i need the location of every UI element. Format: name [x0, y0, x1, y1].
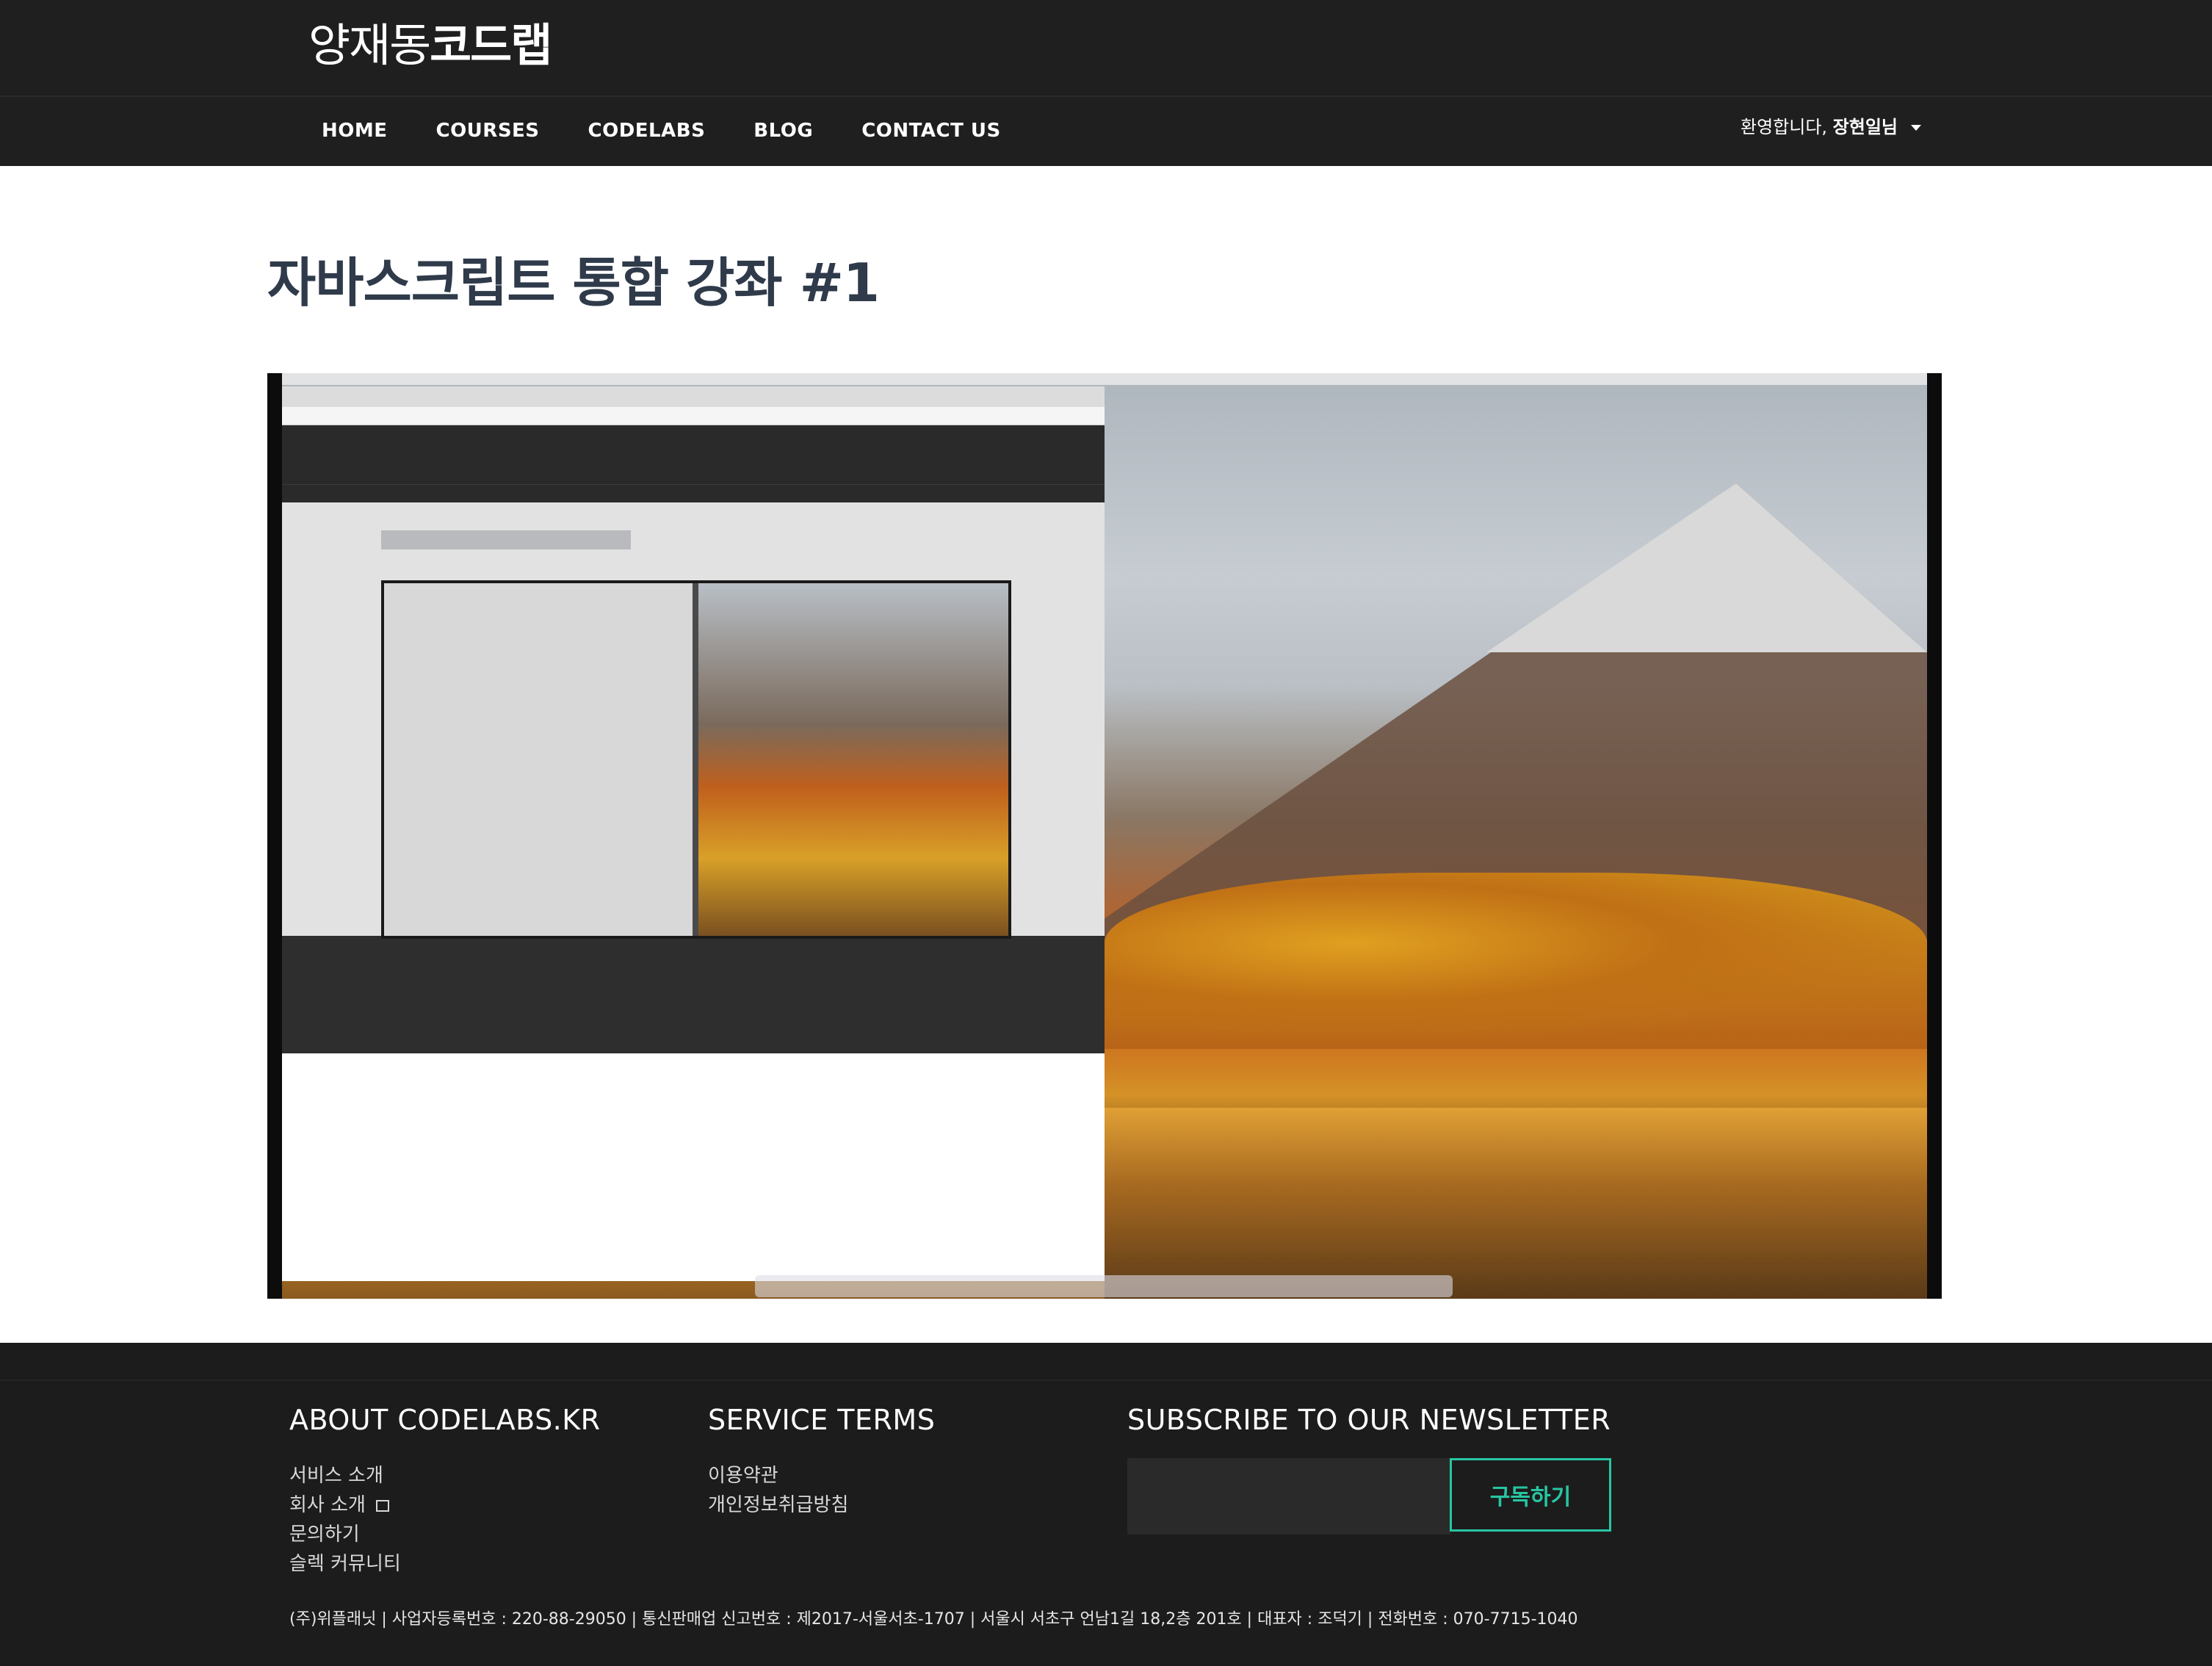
- footer-link-privacy[interactable]: 개인정보취급방침: [708, 1490, 935, 1520]
- welcome-text: 환영합니다,: [1741, 117, 1833, 137]
- nested-site-footer: [282, 936, 1105, 1053]
- nav-blog[interactable]: BLOG: [729, 110, 837, 151]
- foliage-shape: [1105, 873, 1927, 1049]
- mountain-snow-shape: [1486, 483, 1927, 652]
- nested-inner-screenshot: [381, 580, 1011, 939]
- footer-link-service-intro[interactable]: 서비스 소개: [289, 1461, 601, 1490]
- company-info: (주)위플래닛 | 사업자등록번호 : 220-88-29050 | 통신판매업…: [289, 1610, 1578, 1629]
- logo-text-light: 양재동: [308, 18, 431, 72]
- nested-address-bar: [282, 407, 1105, 425]
- footer-about-heading: ABOUT CODELABS.KR: [289, 1404, 601, 1436]
- site-header: 양재동코드랩 HOME COURSES CODELABS BLOG CONTAC…: [0, 0, 2212, 166]
- nested-site-body: [282, 502, 1105, 939]
- user-name: 장현일님: [1832, 117, 1898, 137]
- main-nav: HOME COURSES CODELABS BLOG CONTACT US: [297, 110, 1025, 151]
- caret-down-icon: [1911, 125, 1921, 131]
- footer-link-contact[interactable]: 문의하기: [289, 1520, 601, 1549]
- footer-newsletter-column: SUBSCRIBE TO OUR NEWSLETTER: [1127, 1399, 1611, 1461]
- subscribe-button[interactable]: 구독하기: [1450, 1458, 1611, 1532]
- footer-link-terms[interactable]: 이용약관: [708, 1461, 935, 1490]
- mac-menubar: [267, 373, 1942, 385]
- external-link-icon: [375, 1499, 389, 1512]
- site-logo[interactable]: 양재동코드랩: [308, 16, 552, 75]
- lake-shape: [1105, 1108, 1942, 1299]
- user-menu[interactable]: 환영합니다, 장현일님: [1741, 110, 1921, 144]
- nested-tab-strip: [282, 386, 1105, 407]
- nested-inner-browser: [384, 583, 693, 936]
- footer-about-column: ABOUT CODELABS.KR 서비스 소개 회사 소개 문의하기 슬렉 커…: [289, 1399, 601, 1579]
- header-divider: [0, 95, 2212, 97]
- nested-inner-wallpaper: [698, 583, 1008, 936]
- newsletter-email-input[interactable]: [1127, 1458, 1450, 1535]
- mac-dock: [755, 1275, 1453, 1297]
- footer-divider: [0, 1380, 2212, 1381]
- image-right-edge: [1927, 373, 1942, 1299]
- logo-text-bold: 코드랩: [430, 18, 552, 72]
- footer-link-company-intro-label: 회사 소개: [289, 1494, 366, 1516]
- nested-title-bar: [381, 530, 631, 549]
- nav-home[interactable]: HOME: [297, 110, 412, 151]
- nested-browser-window: [282, 386, 1105, 1281]
- nav-courses[interactable]: COURSES: [412, 110, 564, 151]
- nav-codelabs[interactable]: CODELABS: [564, 110, 730, 151]
- nested-blank-area: [282, 1053, 1105, 1281]
- page-title: 자바스크립트 통합 강좌 #1: [267, 252, 880, 314]
- footer-terms-heading: SERVICE TERMS: [708, 1404, 936, 1436]
- nav-contact-us[interactable]: CONTACT US: [837, 110, 1025, 151]
- footer-link-slack-community[interactable]: 슬렉 커뮤니티: [289, 1549, 601, 1579]
- nested-site-header: [282, 425, 1105, 484]
- footer-terms-column: SERVICE TERMS 이용약관 개인정보취급방침: [708, 1399, 935, 1520]
- footer-newsletter-heading: SUBSCRIBE TO OUR NEWSLETTER: [1127, 1404, 1611, 1436]
- footer-link-company-intro[interactable]: 회사 소개: [289, 1490, 601, 1520]
- lecture-screenshot-image: [267, 373, 1942, 1299]
- image-left-edge: [267, 373, 282, 1299]
- nested-site-nav: [282, 484, 1105, 502]
